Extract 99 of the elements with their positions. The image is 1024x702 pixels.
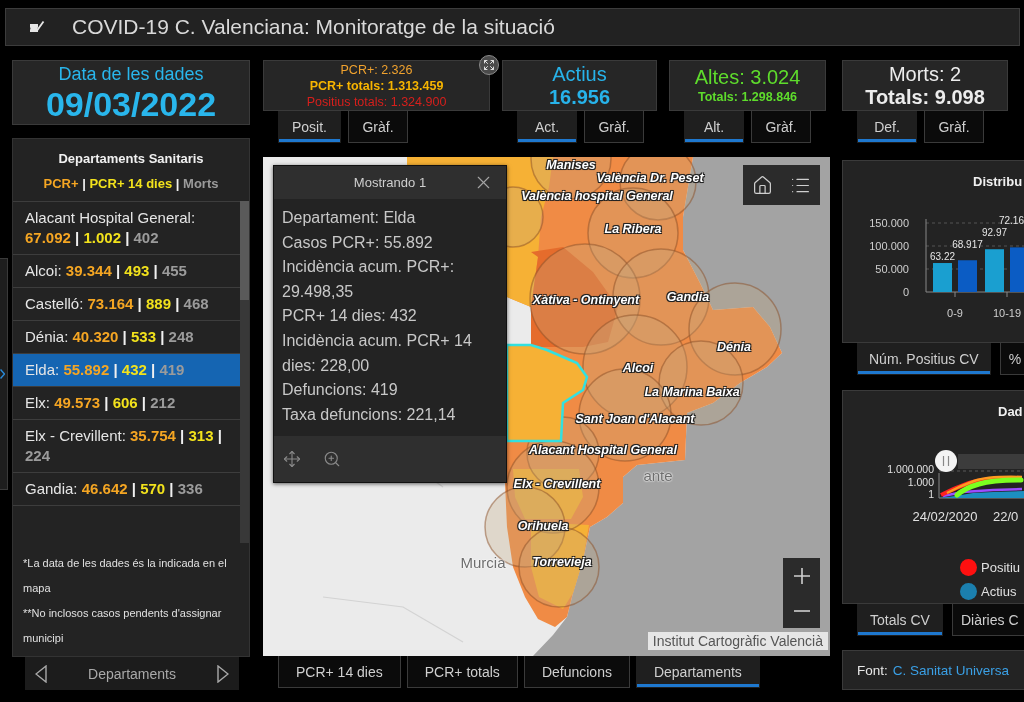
- map-label: Alacant Hospital General: [529, 443, 677, 457]
- stat-text: Altes: 3.024: [694, 66, 801, 89]
- category-label: 10-19: [992, 307, 1022, 319]
- tab[interactable]: Totals CV: [857, 604, 943, 636]
- popup-field: Taxa defuncions: 221,14: [282, 402, 498, 428]
- chart-title: Dad: [997, 404, 1024, 419]
- stat-text: Totals: 9.098: [865, 85, 985, 109]
- tab[interactable]: %: [999, 343, 1024, 375]
- tab[interactable]: Núm. Positius CV: [857, 343, 991, 375]
- map-label: Elx - Crevillent: [513, 477, 601, 491]
- popup-field: Incidència acum. PCR+ 14 dies: 228,00: [282, 328, 498, 379]
- popup-field: PCR+ 14 dies: 432: [282, 304, 498, 329]
- department-item[interactable]: Elda: 55.892 | 432 | 419: [13, 354, 240, 387]
- axis-label: 1.000.000: [887, 463, 934, 475]
- data-label: 68.917: [952, 239, 983, 250]
- map-label: Alcoi: [622, 361, 654, 375]
- map-label: ante: [643, 466, 673, 484]
- tab[interactable]: Alt.: [684, 111, 744, 143]
- tab[interactable]: Gràf.: [751, 111, 811, 143]
- home-icon: [751, 174, 773, 196]
- tab[interactable]: Gràf.: [348, 111, 408, 143]
- chart-title: Distribu: [972, 174, 1024, 189]
- popup-title: Mostrando 1: [353, 175, 427, 190]
- map-label: Dénia: [717, 340, 751, 354]
- map-label: València hospital General: [521, 189, 673, 203]
- minus-icon: [793, 609, 810, 612]
- axis-label: 50.000: [875, 263, 909, 275]
- date-label: Data de les dades: [58, 63, 204, 84]
- axis-label: 1.000: [907, 476, 934, 488]
- stat-text: Positius totals: 1.324.900: [306, 93, 447, 110]
- slider-handle[interactable]: [935, 450, 957, 472]
- source-label: Font:: [857, 662, 888, 678]
- expand-button[interactable]: [479, 55, 499, 75]
- popup-field: Casos PCR+: 55.892: [282, 230, 498, 256]
- ticket-check-icon: [29, 20, 45, 34]
- map-label: Gandia: [666, 290, 710, 304]
- map-attribution: Institut Cartogràfic Valencià: [647, 632, 828, 650]
- axis-label: 1: [928, 488, 934, 500]
- range-slider-track[interactable]: [958, 454, 1024, 469]
- axis-label: 22/0: [993, 509, 1019, 524]
- move-button[interactable]: [283, 450, 301, 468]
- next-button[interactable]: [217, 664, 229, 683]
- tab[interactable]: Diàries C: [951, 604, 1024, 636]
- scrollbar-thumb[interactable]: [240, 201, 249, 300]
- chevron-right-icon: [0, 369, 5, 379]
- axis-label: 24/02/2020: [912, 509, 978, 524]
- column-legend: PCR+ | PCR+ 14 dies | Morts: [13, 176, 249, 192]
- stat-text: Actius: [552, 62, 607, 86]
- tab[interactable]: Defuncions: [523, 656, 630, 688]
- tab[interactable]: Gràf.: [584, 111, 644, 143]
- map-label: La Marina Baixa: [644, 385, 740, 399]
- footnote: **No inclosos casos pendents d'assignar municipi: [23, 606, 223, 646]
- footnote: *La data de les dades és la indicada en el mapa: [23, 556, 228, 596]
- map-label: Murcia: [460, 553, 506, 571]
- stat-text: PCR+ totals: 1.313.459: [309, 77, 444, 94]
- axis-label: 0: [902, 286, 909, 298]
- previous-button[interactable]: [35, 664, 47, 683]
- source-link[interactable]: C. Sanitat Universa: [892, 662, 1010, 678]
- expand-icon: [483, 59, 495, 71]
- tab[interactable]: Departaments: [635, 656, 760, 688]
- map-label: Xàtiva - Ontinyent: [532, 293, 640, 307]
- date-value: 09/03/2022: [45, 85, 217, 122]
- axis-label: 150.000: [869, 217, 909, 229]
- map-label: Manises: [546, 158, 596, 172]
- stat-text: Totals: 1.298.846: [697, 89, 798, 105]
- stat-text: Morts: 2: [888, 62, 962, 86]
- legend-label: Actius: [981, 584, 1017, 599]
- zoom-in-icon: [323, 450, 341, 468]
- tab[interactable]: PCR+ totals: [406, 656, 518, 688]
- panel-title: Departaments Sanitaris: [57, 151, 205, 166]
- triangle-right-icon: [217, 664, 229, 683]
- map-label: Sant Joan d'Alacant: [575, 412, 695, 426]
- map-label: Orihuela: [517, 519, 569, 533]
- zoom-to-button[interactable]: [323, 450, 341, 468]
- popup-field: Incidència acum. PCR+: 29.498,35: [282, 255, 498, 305]
- axis-label: 100.000: [869, 240, 909, 252]
- map-label: Torrevieja: [532, 555, 592, 569]
- stat-text: 16.956: [548, 85, 611, 109]
- popup-field: Departament: Elda: [282, 206, 498, 231]
- map-label: La Ribera: [604, 222, 662, 236]
- data-label: 92.97: [982, 227, 1007, 238]
- popup-field: Defuncions: 419: [282, 378, 498, 403]
- data-label: 72.16: [998, 215, 1024, 226]
- tab[interactable]: Posit.: [278, 111, 341, 143]
- map-label: València Dr. Peset: [596, 171, 704, 185]
- category-label: 0-9: [947, 307, 963, 319]
- tab[interactable]: Act.: [517, 111, 577, 143]
- data-label: 63.22: [930, 251, 955, 262]
- triangle-left-icon: [35, 664, 47, 683]
- plus-icon: [793, 567, 810, 584]
- stat-text: PCR+: 2.326: [340, 61, 413, 78]
- tab[interactable]: Def.: [857, 111, 917, 143]
- dashboard-title: COVID-19 C. Valenciana: Monitoratge de la situació: [72, 15, 555, 39]
- move-icon: [283, 450, 301, 468]
- legend-label: Positiu: [981, 560, 1021, 575]
- tab[interactable]: Gràf.: [924, 111, 984, 143]
- scrollbar[interactable]: [240, 201, 249, 543]
- tab[interactable]: PCR+ 14 dies: [278, 656, 401, 688]
- pager-label: Departaments: [88, 665, 176, 682]
